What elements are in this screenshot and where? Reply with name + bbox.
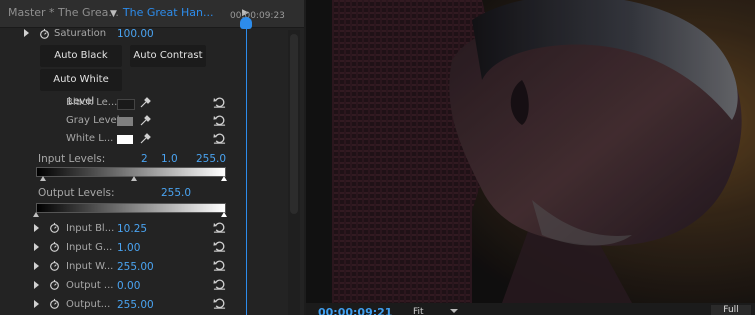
input-levels-gamma-value[interactable]: 1.0 xyxy=(161,153,178,165)
expand-triangle-icon[interactable] xyxy=(24,29,29,37)
input-levels-label: Input Levels: xyxy=(38,153,106,165)
master-clip-tab[interactable]: Master * The Grea... xyxy=(8,0,119,27)
sequence-clip-tab[interactable]: ▼ The Great Han... xyxy=(110,0,234,27)
playhead-line[interactable] xyxy=(246,20,247,315)
saturation-value[interactable]: 100.00 xyxy=(117,28,154,40)
zoom-dropdown-arrow-icon[interactable] xyxy=(450,309,458,313)
video-frame[interactable] xyxy=(332,0,755,303)
input-white-slider-handle[interactable] xyxy=(221,176,227,181)
reset-icon[interactable] xyxy=(213,240,226,253)
parameter-value[interactable]: 10.25 xyxy=(117,223,147,235)
gray-level-swatch[interactable] xyxy=(117,117,133,126)
parameter-label: Input Bl... xyxy=(66,223,115,234)
expand-triangle-icon[interactable] xyxy=(34,281,39,289)
parameter-value[interactable]: 255.00 xyxy=(117,299,154,311)
dropdown-arrow-icon[interactable]: ▼ xyxy=(110,9,117,19)
reset-icon[interactable] xyxy=(213,278,226,291)
input-black-slider-handle[interactable] xyxy=(40,176,46,181)
output-black-slider-handle[interactable] xyxy=(33,212,39,217)
stopwatch-icon[interactable] xyxy=(49,260,60,271)
output-white-slider-handle[interactable] xyxy=(221,212,227,217)
zoom-level-select[interactable]: Fit xyxy=(413,307,424,315)
vertical-scrollbar[interactable] xyxy=(288,30,300,315)
stopwatch-icon[interactable] xyxy=(49,298,60,309)
reset-icon[interactable] xyxy=(213,259,226,272)
expand-triangle-icon[interactable] xyxy=(34,243,39,251)
auto-black-level-button[interactable]: Auto Black Level xyxy=(40,45,122,83)
expand-triangle-icon[interactable] xyxy=(34,300,39,308)
parameter-label: Output... xyxy=(66,299,111,310)
eyedropper-icon[interactable] xyxy=(139,97,151,109)
effect-controls-panel: Master * The Grea... ▼ The Great Han... ▶… xyxy=(0,0,304,315)
scrollbar-thumb[interactable] xyxy=(290,34,298,214)
auto-white-level-button[interactable]: Auto White Level xyxy=(40,69,122,107)
output-levels-value[interactable]: 255.0 xyxy=(161,187,191,199)
reset-icon[interactable] xyxy=(213,221,226,234)
parameter-value[interactable]: 255.00 xyxy=(117,261,154,273)
input-levels-black-value[interactable]: 2 xyxy=(141,153,148,165)
parameter-label: Input G... xyxy=(66,242,113,253)
output-levels-gradient[interactable] xyxy=(36,203,226,213)
stopwatch-icon[interactable] xyxy=(49,279,60,290)
eyedropper-icon[interactable] xyxy=(139,133,151,145)
white-level-label: White L... xyxy=(66,133,114,144)
reset-icon[interactable] xyxy=(213,96,226,109)
eyedropper-icon[interactable] xyxy=(139,115,151,127)
reset-icon[interactable] xyxy=(213,132,226,145)
parameter-label: Input W... xyxy=(66,261,114,272)
reset-icon[interactable] xyxy=(213,297,226,310)
parameter-value[interactable]: 1.00 xyxy=(117,242,140,254)
expand-triangle-icon[interactable] xyxy=(34,224,39,232)
gray-level-label: Gray Level xyxy=(66,115,120,126)
input-levels-white-value[interactable]: 255.0 xyxy=(196,153,226,165)
expand-triangle-icon[interactable] xyxy=(34,262,39,270)
playhead-handle[interactable] xyxy=(240,17,252,29)
stopwatch-icon[interactable] xyxy=(39,28,50,39)
black-level-label: Black Le... xyxy=(66,97,118,108)
sequence-clip-label: The Great Han... xyxy=(122,6,214,19)
white-level-swatch[interactable] xyxy=(117,135,133,144)
input-gamma-slider-handle[interactable] xyxy=(131,176,137,181)
stopwatch-icon[interactable] xyxy=(49,222,60,233)
saturation-label: Saturation xyxy=(54,28,107,39)
parameter-value[interactable]: 0.00 xyxy=(117,280,140,292)
stopwatch-icon[interactable] xyxy=(49,241,60,252)
timeline-timecode: 00:00:09:23 xyxy=(230,11,285,21)
parameter-label: Output ... xyxy=(66,280,114,291)
reset-icon[interactable] xyxy=(213,114,226,127)
output-levels-label: Output Levels: xyxy=(38,187,115,199)
playback-resolution-select[interactable]: Full xyxy=(711,305,751,315)
black-level-swatch[interactable] xyxy=(117,99,135,110)
program-monitor: 00:00:09:21 Fit Full xyxy=(306,0,755,315)
monitor-timecode[interactable]: 00:00:09:21 xyxy=(318,306,392,315)
auto-contrast-button[interactable]: Auto Contrast xyxy=(130,45,206,67)
